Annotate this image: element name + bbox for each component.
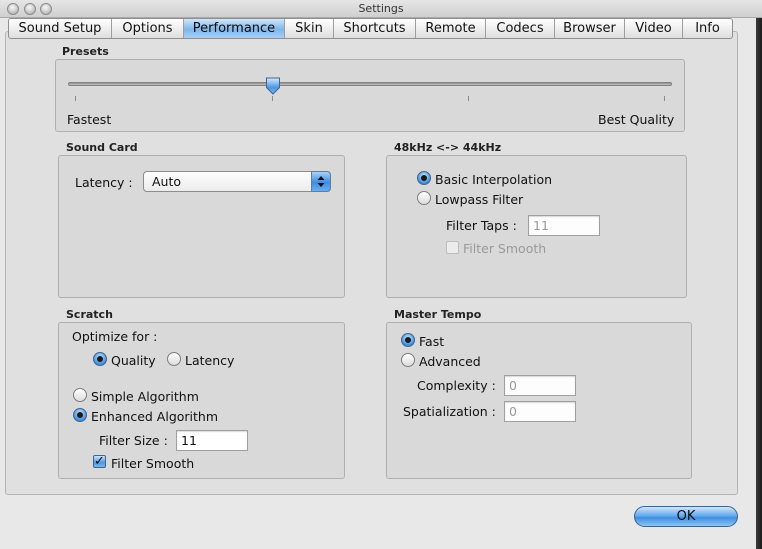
optimize-quality-label: Quality [111, 353, 156, 368]
basic-interpolation-radio[interactable] [417, 171, 431, 185]
tempo-fast-radio[interactable] [401, 333, 415, 347]
title-bar: Settings [0, 0, 762, 18]
tab-codecs[interactable]: Codecs [486, 19, 555, 38]
filter-taps-label: Filter Taps : [446, 218, 517, 233]
tempo-fast-label: Fast [419, 334, 445, 349]
presets-label: Presets [62, 45, 109, 58]
complexity-label: Complexity : [417, 378, 496, 393]
tab-info[interactable]: Info [683, 19, 732, 38]
scratch-filter-smooth-checkbox[interactable]: ✓ [93, 455, 106, 468]
spatialization-label: Spatialization : [403, 404, 496, 419]
slider-tick [75, 96, 76, 101]
latency-popup-value: Auto [152, 174, 182, 189]
simple-algorithm-radio[interactable] [73, 388, 87, 402]
tab-performance[interactable]: Performance [184, 19, 285, 38]
tempo-advanced-label: Advanced [419, 354, 481, 369]
tempo-advanced-radio[interactable] [401, 353, 415, 367]
master-tempo-label: Master Tempo [394, 308, 482, 321]
optimize-latency-radio[interactable] [167, 352, 181, 366]
updown-arrows-icon [311, 171, 331, 192]
latency-popup[interactable]: Auto [143, 171, 331, 192]
tab-options[interactable]: Options [112, 19, 184, 38]
tab-video[interactable]: Video [625, 19, 683, 38]
presets-group [55, 59, 685, 132]
optimize-for-label: Optimize for : [72, 329, 158, 344]
tab-browser[interactable]: Browser [555, 19, 625, 38]
tab-skin[interactable]: Skin [285, 19, 334, 38]
resample-filter-smooth-checkbox[interactable] [446, 241, 459, 254]
tab-bar: Sound Setup Options Performance Skin Sho… [8, 18, 733, 39]
window-title: Settings [358, 2, 404, 15]
filter-size-field[interactable]: 11 [176, 430, 248, 451]
slider-tick [272, 96, 273, 101]
sound-card-label: Sound Card [66, 141, 138, 154]
basic-interpolation-label: Basic Interpolation [435, 172, 553, 187]
complexity-field[interactable]: 0 [504, 375, 576, 396]
lowpass-filter-radio[interactable] [417, 191, 431, 205]
ok-button[interactable]: OK [634, 506, 738, 527]
enhanced-algorithm-radio[interactable] [73, 408, 87, 422]
resample-label: 48kHz <-> 44kHz [394, 141, 502, 154]
presets-max-label: Best Quality [598, 112, 675, 127]
presets-min-label: Fastest [67, 112, 112, 127]
optimize-latency-label: Latency [185, 353, 235, 368]
filter-taps-field[interactable]: 11 [528, 215, 600, 236]
slider-tick [468, 96, 469, 101]
tab-shortcuts[interactable]: Shortcuts [334, 19, 416, 38]
scratch-label: Scratch [66, 308, 113, 321]
lowpass-filter-label: Lowpass Filter [435, 192, 524, 207]
resample-filter-smooth-label: Filter Smooth [463, 241, 547, 256]
presets-slider-thumb[interactable] [265, 77, 281, 95]
background-window-edge [756, 18, 762, 549]
latency-label: Latency : [75, 175, 133, 190]
tab-remote[interactable]: Remote [416, 19, 486, 38]
spatialization-field[interactable]: 0 [504, 401, 576, 422]
slider-tick [664, 96, 665, 101]
enhanced-algorithm-label: Enhanced Algorithm [91, 409, 219, 424]
presets-slider-track[interactable] [68, 82, 672, 86]
tab-sound-setup[interactable]: Sound Setup [9, 19, 112, 38]
optimize-quality-radio[interactable] [93, 352, 107, 366]
filter-size-label: Filter Size : [99, 433, 168, 448]
simple-algorithm-label: Simple Algorithm [91, 389, 199, 404]
scratch-filter-smooth-label: Filter Smooth [111, 456, 195, 471]
